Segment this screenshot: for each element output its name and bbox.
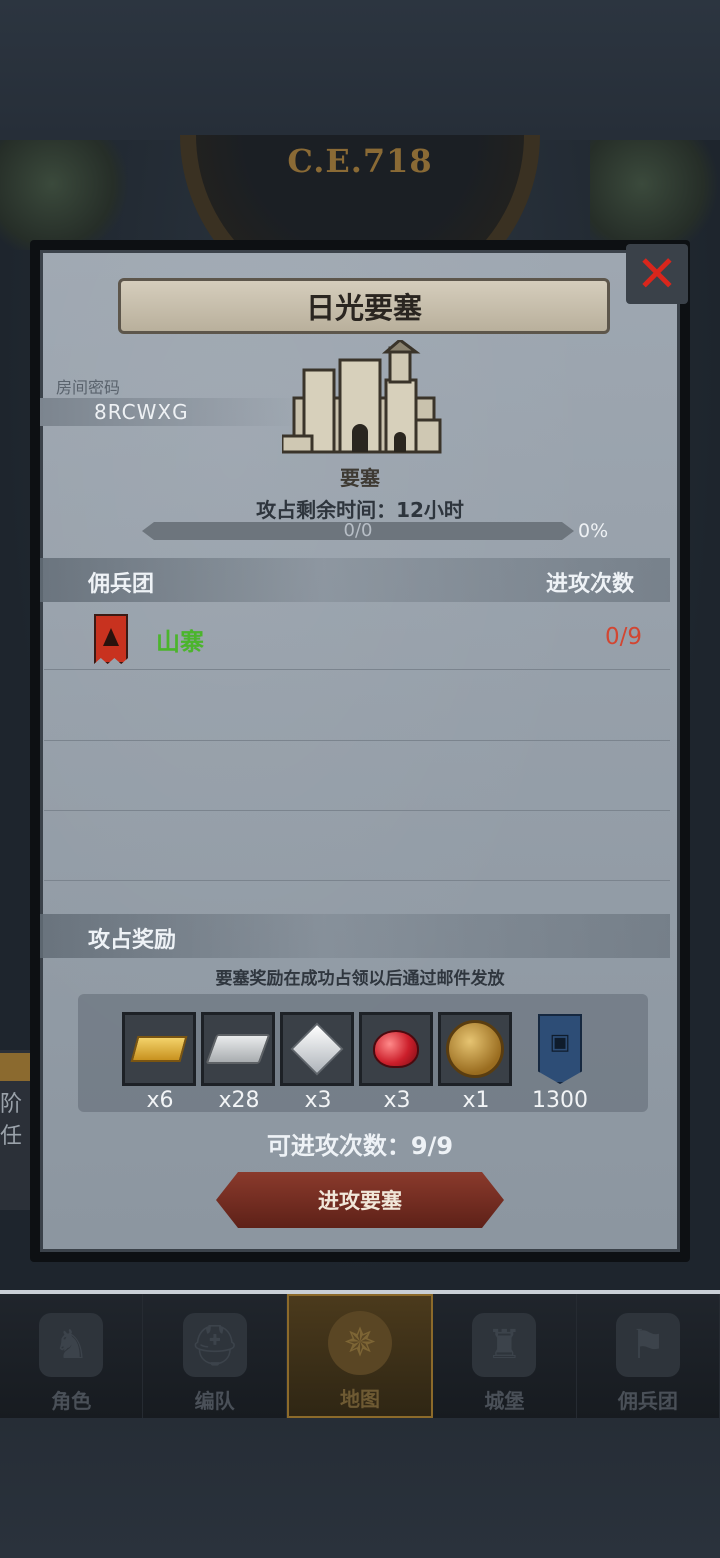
room-password-label: 房间密码 <box>56 378 121 397</box>
bottom-navigation: ♞ 角色 ⛑ 编队 ✵ 地图 ♜ 城堡 ⚑ 佣兵团 <box>0 1290 720 1418</box>
reward-header: 攻占奖励 <box>88 928 177 953</box>
reward-qty: x1 <box>462 1088 490 1113</box>
reward-item-silver[interactable] <box>201 1012 275 1086</box>
attack-count-column-header: 进攻次数 <box>546 572 635 597</box>
attacks-remaining: 可进攻次数：9/9 <box>266 1132 454 1160</box>
guild-badge-icon[interactable]: ▣ <box>538 1014 582 1084</box>
dialog-title: 日光要塞 <box>305 291 422 325</box>
empty-mercenary-row <box>44 671 670 741</box>
room-code[interactable]: 8RCWXG <box>94 400 189 424</box>
building-type-label: 要塞 <box>340 466 380 490</box>
reward-item-medal[interactable] <box>438 1012 512 1086</box>
capture-time-remaining: 攻占剩余时间：12小时 <box>256 498 464 522</box>
mercenary-banner-icon <box>94 614 128 664</box>
crossed-swords-icon <box>0 1053 30 1081</box>
empty-mercenary-row <box>44 741 670 811</box>
nav-label: 城堡 <box>484 1389 525 1413</box>
nav-item-map[interactable]: ✵ 地图 <box>286 1294 434 1418</box>
mercenary-row[interactable]: 山寨 0/9 <box>44 606 670 670</box>
knight-medal-icon <box>446 1020 504 1078</box>
gold-bar-icon <box>130 1036 188 1062</box>
fortress-castle-icon <box>282 340 442 454</box>
close-icon: ✕ <box>636 245 678 303</box>
ruby-icon <box>373 1030 419 1068</box>
reward-item-diamond[interactable] <box>280 1012 354 1086</box>
nav-item-formation[interactable]: ⛑ 编队 <box>143 1294 287 1418</box>
capture-progress-text: 0/0 <box>343 520 373 541</box>
reward-item-ruby[interactable] <box>359 1012 433 1086</box>
reward-item-gold[interactable] <box>122 1012 196 1086</box>
reward-qty: x3 <box>383 1088 411 1113</box>
reward-qty: x3 <box>304 1088 332 1113</box>
knight-icon: ♞ <box>39 1313 104 1377</box>
side-quest-text-1: 阶 <box>0 1092 23 1117</box>
nav-item-castle[interactable]: ♜ 城堡 <box>433 1294 577 1418</box>
mercenary-name: 山寨 <box>156 628 204 656</box>
diamond-icon <box>290 1022 344 1076</box>
top-band <box>0 0 720 140</box>
era-label: C.E.718 <box>287 142 433 180</box>
nav-label: 地图 <box>340 1387 381 1411</box>
nav-label: 佣兵团 <box>617 1389 678 1413</box>
silver-bar-icon <box>205 1034 271 1064</box>
mercenary-column-header: 佣兵团 <box>88 572 155 597</box>
bottom-band <box>0 1418 720 1558</box>
empty-mercenary-row <box>44 811 670 881</box>
title-banner: 日光要塞 <box>118 278 610 334</box>
nav-label: 角色 <box>51 1389 92 1413</box>
flag-icon: ⚑ <box>615 1313 680 1377</box>
mercenary-attack-count: 0/9 <box>604 624 642 650</box>
castle-icon: ♜ <box>472 1313 537 1377</box>
attack-fortress-button[interactable]: 进攻要塞 <box>216 1172 504 1228</box>
nav-item-mercenary[interactable]: ⚑ 佣兵团 <box>577 1294 720 1418</box>
reward-qty: 1300 <box>532 1088 588 1113</box>
helmet-icon: ⛑ <box>182 1313 247 1377</box>
nav-item-character[interactable]: ♞ 角色 <box>0 1294 144 1418</box>
capture-progress-percent: 0% <box>578 520 609 542</box>
reward-note: 要塞奖励在成功占领以后通过邮件发放 <box>215 969 505 989</box>
nav-label: 编队 <box>194 1389 235 1413</box>
reward-qty: x6 <box>146 1088 174 1113</box>
close-button[interactable]: ✕ <box>626 244 688 304</box>
compass-icon: ✵ <box>328 1311 393 1375</box>
attack-fortress-button-label: 进攻要塞 <box>318 1189 402 1213</box>
reward-qty: x28 <box>218 1088 260 1113</box>
